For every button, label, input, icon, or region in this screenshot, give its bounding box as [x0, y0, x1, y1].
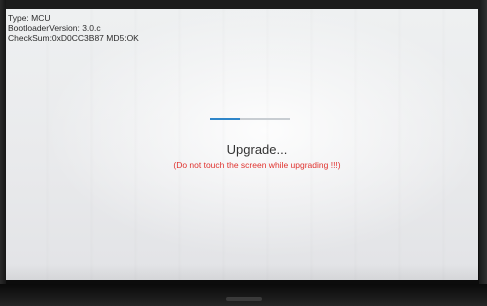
upgrade-progress-fill [210, 118, 241, 120]
monitor-logo [226, 297, 262, 301]
screen-bottom-shade [6, 264, 478, 280]
monitor-bezel-right [479, 0, 487, 306]
monitor-photo: Type: MCU BootloaderVersion: 3.0.c Check… [0, 0, 487, 306]
checksum-label: CheckSum:0xD0CC3B87 MD5:OK [8, 33, 139, 43]
upgrade-progress-bar [210, 118, 290, 120]
upgrade-warning-text: (Do not touch the screen while upgrading… [173, 160, 341, 170]
monitor-bezel-bottom [0, 284, 487, 306]
device-info: Type: MCU BootloaderVersion: 3.0.c Check… [8, 13, 139, 43]
device-type-label: Type: MCU [8, 13, 51, 23]
bootloader-version-label: BootloaderVersion: 3.0.c [8, 23, 101, 33]
upgrade-status-title: Upgrade... [226, 142, 288, 157]
upgrade-screen: Type: MCU BootloaderVersion: 3.0.c Check… [6, 9, 478, 280]
